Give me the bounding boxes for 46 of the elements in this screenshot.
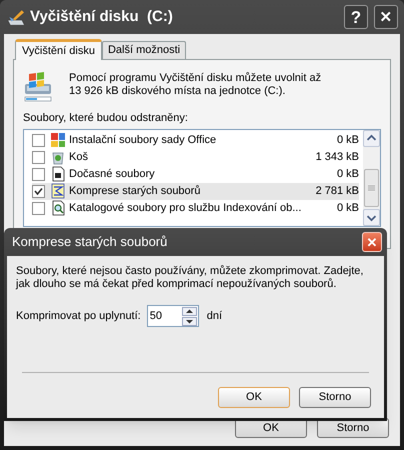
checkbox[interactable]	[32, 150, 45, 164]
file-row[interactable]: Instalační soubory sady Office 0 kB	[32, 132, 359, 148]
spin-down-button[interactable]	[182, 316, 197, 326]
dialog-message: Soubory, které nejsou často používány, můžete zkomprimovat. Zadejte, jak dlouho se má čekat před komprimací nepoužívaných souborů.	[16, 265, 364, 291]
days-spinner[interactable]: 50	[146, 305, 199, 327]
file-row[interactable]: Komprese starých souborů 2 781 kB	[32, 182, 359, 200]
file-size: 0 kB	[336, 200, 359, 216]
close-button[interactable]: ✕	[374, 5, 398, 29]
dialog-title: Komprese starých souborů	[12, 233, 168, 252]
help-button[interactable]: ?	[344, 5, 368, 29]
file-row[interactable]: Dočasné soubory 0 kB	[32, 166, 359, 182]
file-row[interactable]: Koš 1 343 kB	[32, 148, 359, 166]
file-row[interactable]: Katalogové soubory pro službu Indexování ob... 0 kB	[32, 200, 359, 216]
file-size: 2 781 kB	[314, 184, 359, 199]
office-setup-icon	[50, 132, 66, 148]
compression-icon	[50, 183, 66, 199]
dialog-button[interactable]: Storno	[299, 387, 371, 408]
field-label: Komprimovat po uplynutí:	[16, 308, 141, 324]
checkbox[interactable]	[32, 134, 45, 146]
scroll-thumb[interactable]	[364, 168, 379, 206]
list-label: Soubory, které budou odstraněny:	[23, 111, 189, 126]
close-button[interactable]: ✕	[362, 232, 382, 252]
scroll-up-button[interactable]	[363, 130, 380, 146]
checkbox[interactable]	[32, 202, 45, 214]
document-icon	[50, 166, 66, 182]
spin-up-button[interactable]	[182, 306, 197, 316]
file-name: Katalogové soubory pro službu Indexování ob...	[69, 200, 302, 216]
intro-text: Pomocí programu Vyčištění disku můžete uvolnit až 13 926 kB diskového místa na jednotce (C:).	[69, 71, 322, 98]
dialog-button[interactable]: OK	[218, 387, 290, 408]
magnifier-icon	[50, 200, 66, 216]
file-name: Komprese starých souborů	[69, 184, 202, 199]
days-input[interactable]: 50	[148, 306, 178, 326]
tab[interactable]: Vyčištění disku	[15, 39, 102, 60]
file-size: 1 343 kB	[314, 150, 359, 165]
scroll-down-button[interactable]	[363, 208, 380, 226]
file-name: Dočasné soubory	[69, 166, 156, 182]
file-size: 0 kB	[336, 166, 359, 182]
file-name: Instalační soubory sady Office	[69, 132, 218, 148]
file-size: 0 kB	[336, 132, 359, 148]
checkbox[interactable]	[32, 184, 45, 198]
file-name: Koš	[69, 150, 89, 165]
window-title: Vyčištění disku (C:)	[30, 6, 174, 27]
unit-label: dní	[206, 308, 222, 324]
checkbox[interactable]	[32, 168, 45, 180]
tab[interactable]: Další možnosti	[102, 41, 186, 59]
broom-icon	[6, 8, 24, 26]
